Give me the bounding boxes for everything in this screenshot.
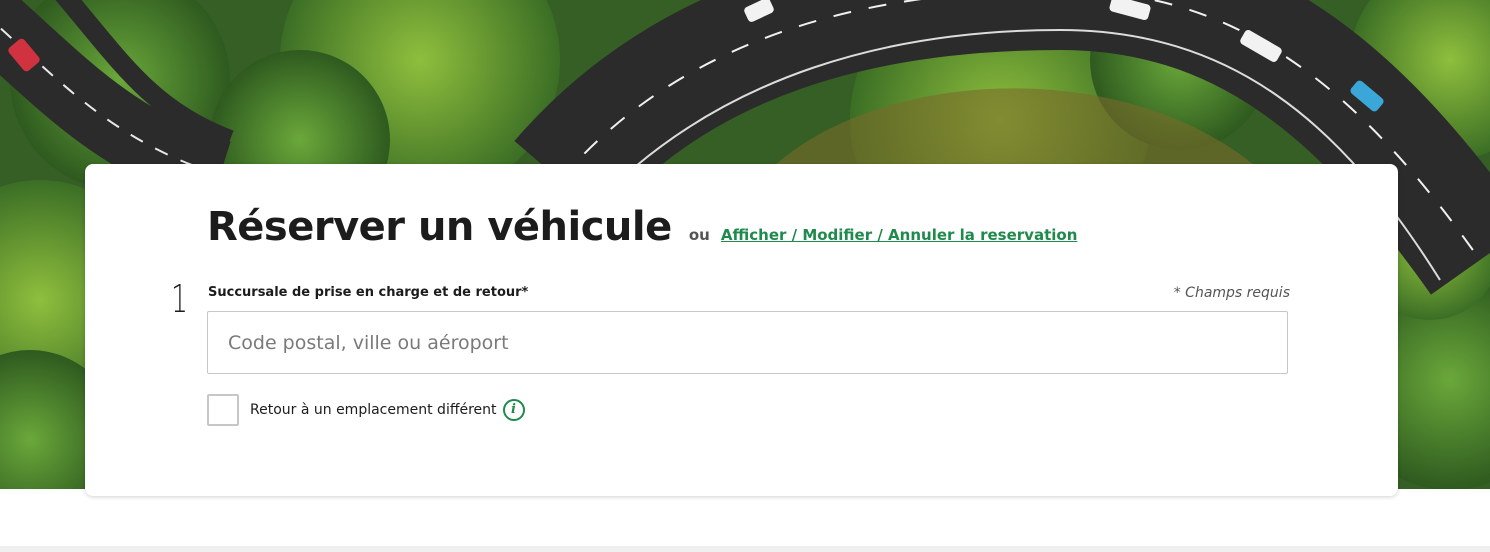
page-title: Réserver un véhicule <box>207 204 672 250</box>
step-number: 1 <box>171 277 188 321</box>
location-field-label: Succursale de prise en charge et de reto… <box>208 285 529 300</box>
page-background <box>0 489 1490 546</box>
different-return-label[interactable]: Retour à un emplacement différent <box>250 402 497 418</box>
title-row: Réserver un véhicule ou Afficher / Modif… <box>207 204 1077 250</box>
different-return-checkbox[interactable] <box>207 393 239 426</box>
manage-reservation-link[interactable]: Afficher / Modifier / Annuler la reserva… <box>721 226 1077 244</box>
footer-divider <box>0 546 1490 552</box>
or-separator: ou <box>688 226 710 244</box>
different-return-row: Retour à un emplacement différent i <box>207 392 525 427</box>
required-fields-note: * Champs requis <box>1173 285 1290 301</box>
location-input[interactable] <box>207 311 1288 374</box>
booking-card: Réserver un véhicule ou Afficher / Modif… <box>85 164 1398 496</box>
info-icon[interactable]: i <box>502 398 525 421</box>
